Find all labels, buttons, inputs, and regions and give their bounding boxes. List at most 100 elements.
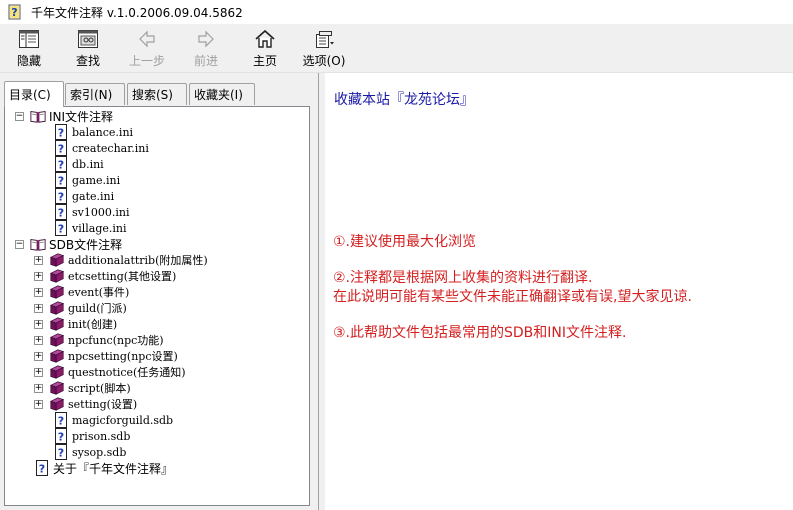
tree-item-label: db.ini xyxy=(72,157,104,171)
tree-item-label: additionalattrib(附加属性) xyxy=(68,254,208,267)
tree-item[interactable]: + guild(门派) xyxy=(34,300,127,316)
expand-toggle-icon[interactable]: + xyxy=(34,383,43,393)
tree-item-label: sysop.sdb xyxy=(72,445,127,459)
tree-item-label: npcfunc(npc功能) xyxy=(68,334,164,347)
tree-item-label: createchar.ini xyxy=(72,141,149,155)
tab-favorites[interactable]: 收藏夹(I) xyxy=(189,83,255,105)
svg-text:?: ? xyxy=(58,431,64,444)
help-page-icon: ? xyxy=(53,428,69,444)
help-page-icon: ? xyxy=(53,124,69,140)
home-button[interactable]: 主页 xyxy=(240,27,290,69)
tree-item-label: balance.ini xyxy=(72,125,134,139)
options-icon xyxy=(312,27,336,50)
expand-toggle-icon[interactable]: + xyxy=(34,303,43,313)
title-bar: ? 千年文件注释 v.1.0.2006.09.04.5862 xyxy=(0,0,793,24)
tree-item[interactable]: + setting(设置) xyxy=(34,396,137,412)
tree-item-label: game.ini xyxy=(72,173,121,187)
tree-item[interactable]: ? balance.ini xyxy=(53,124,133,140)
tree-item[interactable]: ? game.ini xyxy=(53,172,120,188)
tree-item[interactable]: + questnotice(任务通知) xyxy=(34,364,186,380)
tab-contents-label: 目录(C) xyxy=(9,88,51,102)
tree-item-label: 关于『千年文件注释』 xyxy=(53,461,174,476)
expand-toggle-icon[interactable]: + xyxy=(34,399,43,409)
help-question-icon: ? xyxy=(7,4,23,20)
svg-text:?: ? xyxy=(58,175,64,188)
tree-item[interactable]: ? magicforguild.sdb xyxy=(53,412,173,428)
expand-toggle-icon[interactable]: + xyxy=(34,287,43,297)
collapse-toggle-icon[interactable]: − xyxy=(15,111,24,121)
tab-index[interactable]: 索引(N) xyxy=(65,83,125,105)
tree-item[interactable]: ? sv1000.ini xyxy=(53,204,129,220)
find-button-label: 查找 xyxy=(75,54,100,68)
contents-tree[interactable]: − INI文件注释? balance.ini? createchar.ini? db.i… xyxy=(4,106,310,506)
tree-item[interactable]: ? createchar.ini xyxy=(53,140,149,156)
tree-item[interactable]: − SDB文件注释 xyxy=(15,236,122,252)
tree-item[interactable]: ? db.ini xyxy=(53,156,104,172)
note-scope: ③.此帮助文件包括最常用的SDB和INI文件注释. xyxy=(333,325,627,341)
tree-item-label: npcsetting(npc设置) xyxy=(68,350,178,363)
hide-pane-icon xyxy=(17,27,41,50)
tree-item[interactable]: + etcsetting(其他设置) xyxy=(34,268,176,284)
back-arrow-icon xyxy=(135,27,159,50)
tree-item[interactable]: + init(创建) xyxy=(34,316,117,332)
closed-book-icon xyxy=(49,284,65,300)
tree-item-label: gate.ini xyxy=(72,189,115,203)
expand-toggle-icon[interactable]: + xyxy=(34,367,43,377)
toolbar: 隐藏 查找 上一步 前进 主页 选项(O) xyxy=(0,24,793,73)
help-page-icon: ? xyxy=(53,172,69,188)
svg-text:?: ? xyxy=(11,6,17,19)
expand-toggle-icon[interactable]: + xyxy=(34,271,43,281)
help-page-icon: ? xyxy=(53,140,69,156)
forward-arrow-icon xyxy=(194,27,218,50)
window-title: 千年文件注释 v.1.0.2006.09.04.5862 xyxy=(31,5,243,20)
forward-button[interactable]: 前进 xyxy=(181,27,231,69)
help-page-icon: ? xyxy=(53,156,69,172)
tree-item[interactable]: ? 关于『千年文件注释』 xyxy=(34,460,173,476)
back-button[interactable]: 上一步 xyxy=(122,27,172,69)
tree-item-label: script(脚本) xyxy=(68,382,131,395)
tree-item-label: prison.sdb xyxy=(72,429,131,443)
options-button[interactable]: 选项(O) xyxy=(299,27,349,69)
content-pane: 收藏本站『龙苑论坛』 ①.建议使用最大化浏览 ②.注释都是根据网上收集的资料进行… xyxy=(325,73,793,510)
expand-toggle-icon[interactable]: + xyxy=(34,335,43,345)
tab-search[interactable]: 搜索(S) xyxy=(127,83,187,105)
tree-item-label: questnotice(任务通知) xyxy=(68,366,186,379)
svg-text:?: ? xyxy=(58,415,64,428)
tab-search-label: 搜索(S) xyxy=(132,88,173,102)
tree-item[interactable]: ? gate.ini xyxy=(53,188,114,204)
collapse-toggle-icon[interactable]: − xyxy=(15,239,24,249)
tree-item[interactable]: + npcsetting(npc设置) xyxy=(34,348,178,364)
help-page-icon: ? xyxy=(53,204,69,220)
find-button[interactable]: 查找 xyxy=(63,27,113,69)
closed-book-icon xyxy=(49,396,65,412)
tree-item[interactable]: ? village.ini xyxy=(53,220,127,236)
closed-book-icon xyxy=(49,300,65,316)
svg-text:?: ? xyxy=(58,447,64,460)
help-page-icon: ? xyxy=(53,188,69,204)
home-icon xyxy=(253,27,277,50)
closed-book-icon xyxy=(49,252,65,268)
favorite-site-link[interactable]: 收藏本站『龙苑论坛』 xyxy=(334,89,474,109)
tree-item[interactable]: + additionalattrib(附加属性) xyxy=(34,252,208,268)
svg-text:?: ? xyxy=(58,207,64,220)
expand-toggle-icon[interactable]: + xyxy=(34,319,43,329)
tree-item[interactable]: + script(脚本) xyxy=(34,380,131,396)
help-page-icon: ? xyxy=(53,412,69,428)
hide-button[interactable]: 隐藏 xyxy=(4,27,54,69)
expand-toggle-icon[interactable]: + xyxy=(34,351,43,361)
back-button-label: 上一步 xyxy=(128,54,165,68)
tree-item[interactable]: ? prison.sdb xyxy=(53,428,130,444)
pane-splitter[interactable] xyxy=(318,73,325,510)
tree-item[interactable]: + npcfunc(npc功能) xyxy=(34,332,164,348)
tab-contents[interactable]: 目录(C) xyxy=(4,81,64,107)
svg-text:?: ? xyxy=(58,159,64,172)
tree-item-label: init(创建) xyxy=(68,318,118,331)
help-page-icon: ? xyxy=(53,220,69,236)
tree-item-label: setting(设置) xyxy=(68,398,138,411)
tree-item[interactable]: ? sysop.sdb xyxy=(53,444,126,460)
tree-item[interactable]: + event(事件) xyxy=(34,284,129,300)
svg-text:?: ? xyxy=(58,191,64,204)
expand-toggle-icon[interactable]: + xyxy=(34,255,43,265)
tree-item-label: guild(门派) xyxy=(68,302,127,315)
tree-item[interactable]: − INI文件注释 xyxy=(15,108,113,124)
